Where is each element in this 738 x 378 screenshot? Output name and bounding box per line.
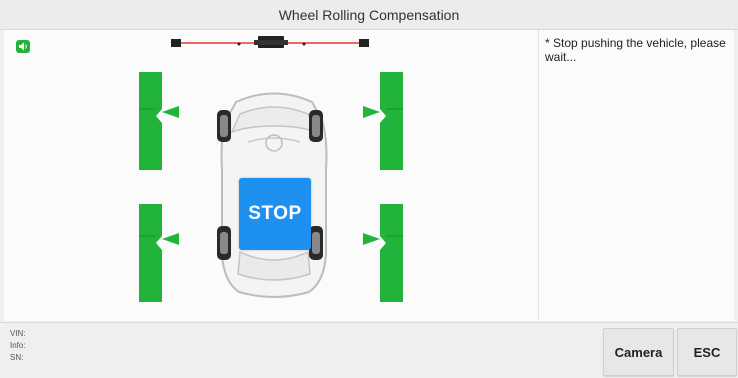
sn-label: SN:	[10, 353, 24, 362]
target-board-icon	[139, 204, 179, 302]
target-board-icon	[363, 72, 403, 170]
esc-button-label: ESC	[693, 344, 721, 360]
stop-indicator: STOP	[239, 178, 311, 250]
stop-label: STOP	[248, 203, 302, 224]
front-left-wheel	[217, 110, 231, 142]
target-board-icon	[363, 204, 403, 302]
front-right-wheel	[309, 110, 323, 142]
rear-right-wheel	[309, 226, 323, 260]
panel-divider	[538, 30, 539, 321]
sensor-bar-icon	[171, 36, 369, 48]
info-label: Info:	[10, 341, 26, 350]
title-bar: Wheel Rolling Compensation	[0, 0, 738, 30]
vin-label: VIN:	[10, 329, 26, 338]
instruction-message: * Stop pushing the vehicle, please wait.…	[545, 36, 726, 64]
page-title: Wheel Rolling Compensation	[278, 6, 460, 23]
camera-button-label: Camera	[614, 344, 663, 360]
esc-button[interactable]: ESC	[677, 328, 737, 376]
main-panel: STOP * Stop pushing the vehicle, please …	[4, 30, 734, 321]
rear-left-wheel	[217, 226, 231, 260]
target-board-icon	[139, 72, 179, 170]
camera-button[interactable]: Camera	[603, 328, 674, 376]
wheel-alignment-scene: STOP	[4, 30, 536, 321]
